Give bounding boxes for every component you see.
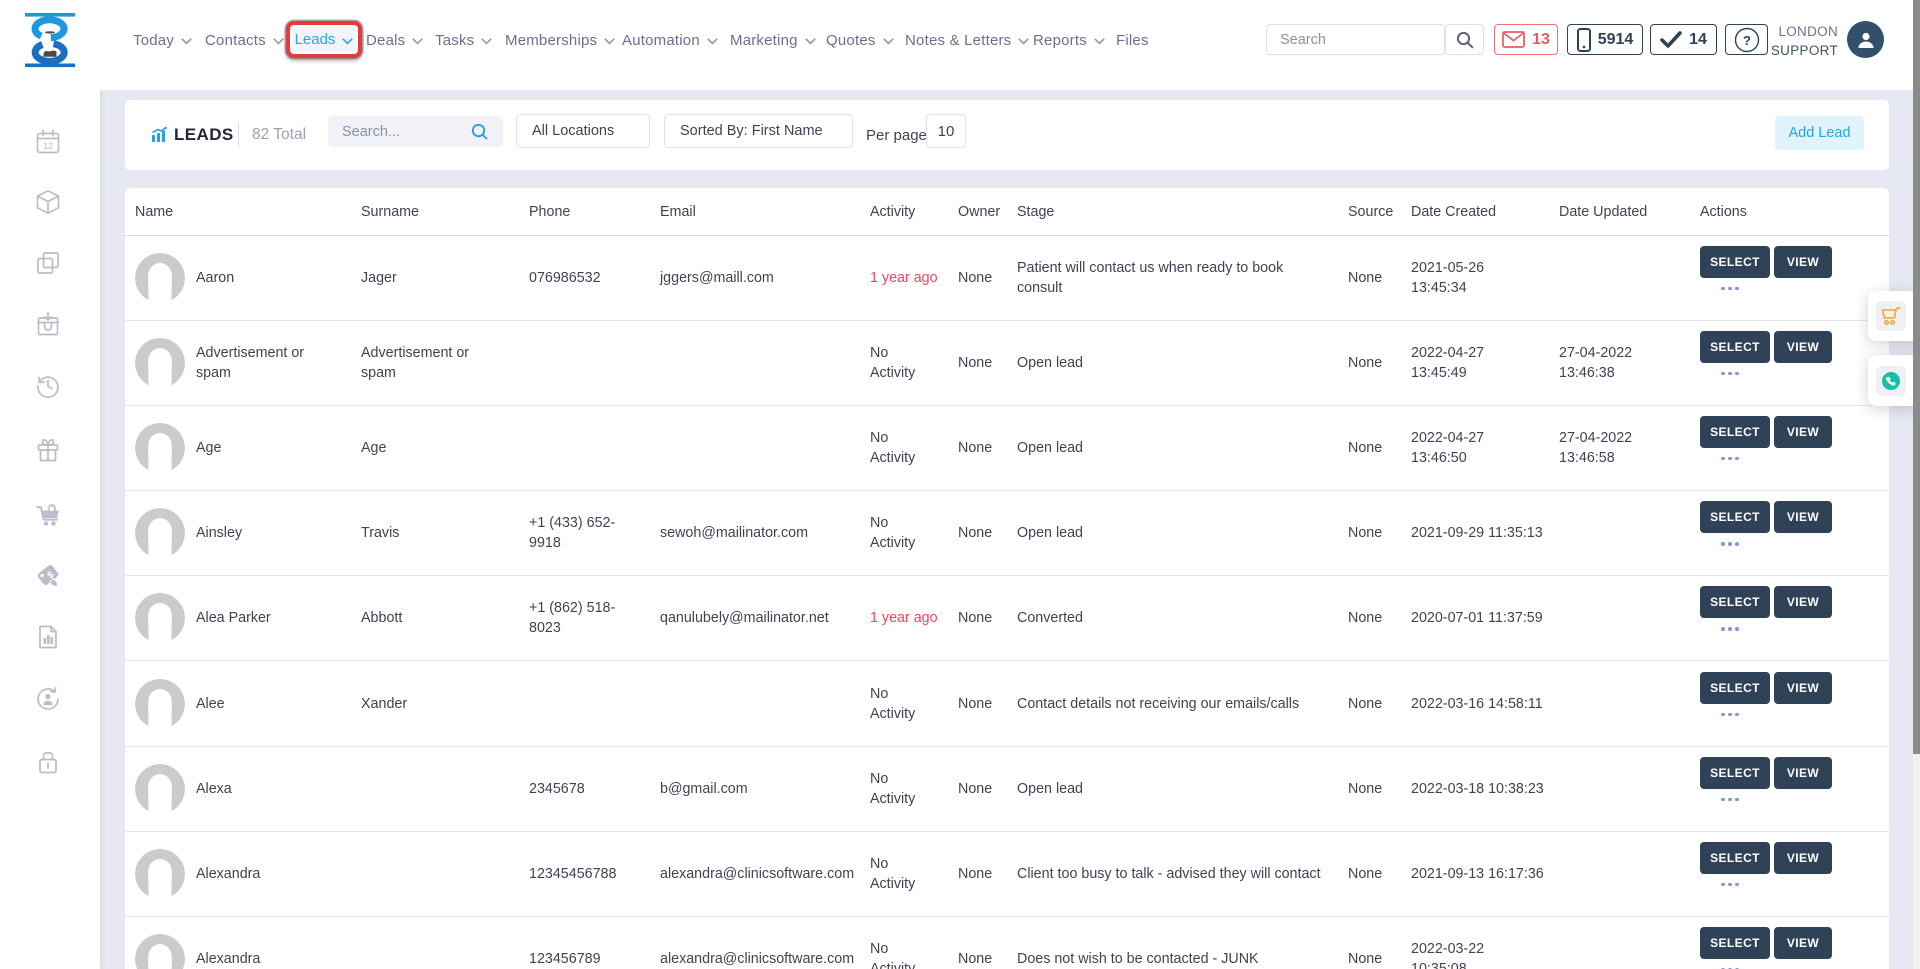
svg-text:12: 12 xyxy=(43,141,53,151)
